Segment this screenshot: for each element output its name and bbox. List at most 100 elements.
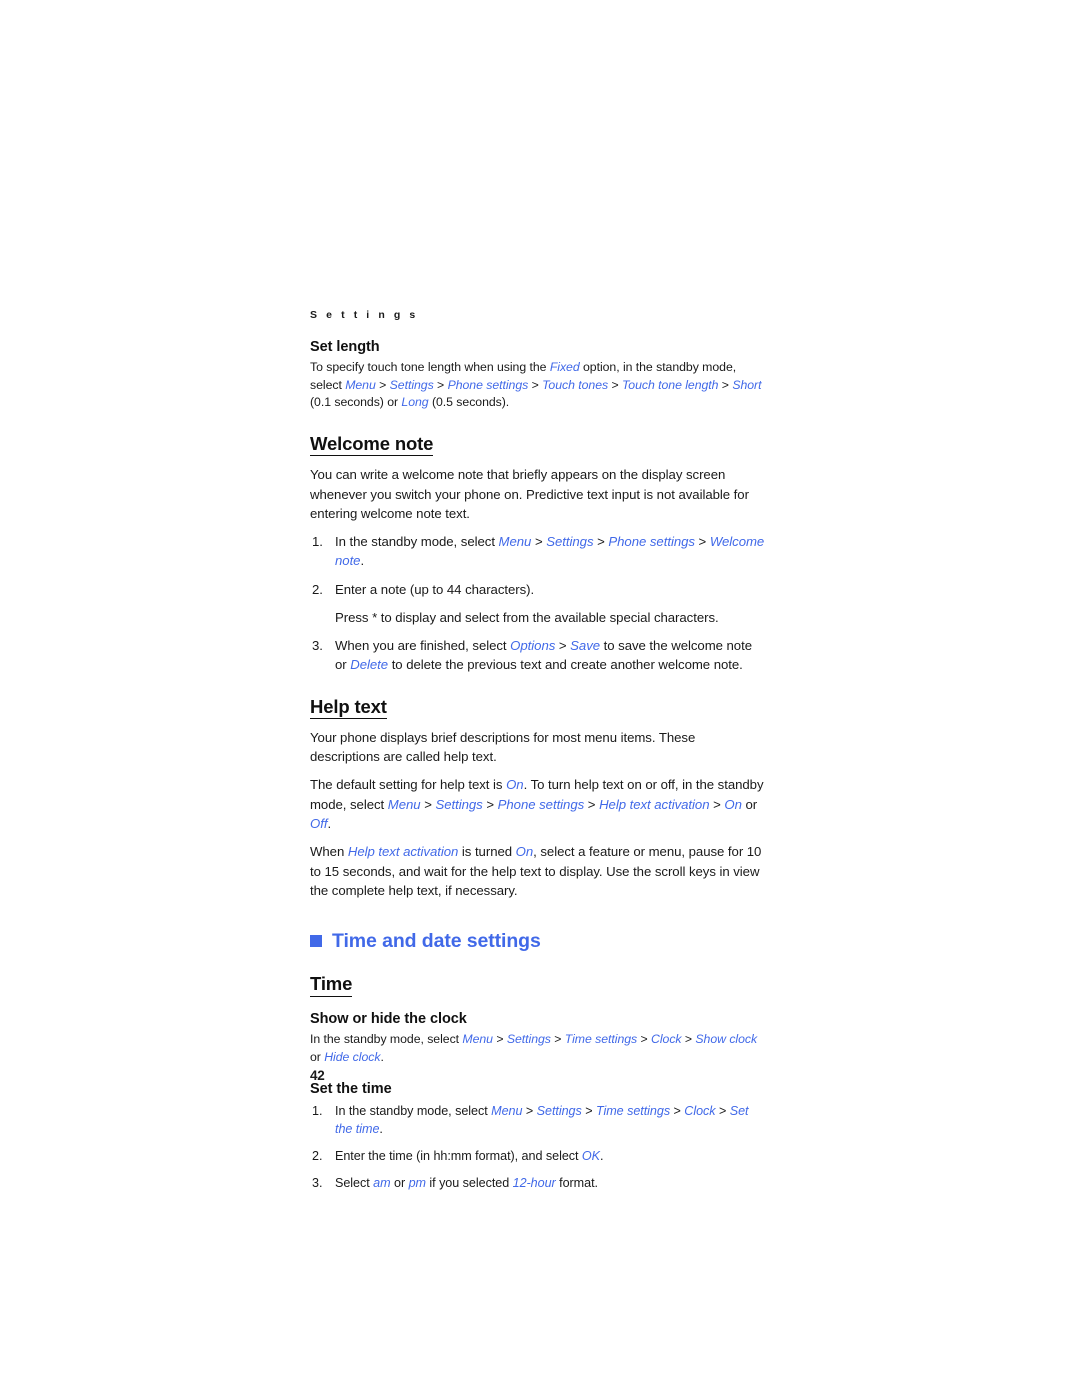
link-short[interactable]: Short bbox=[732, 378, 761, 392]
separator: > bbox=[555, 638, 571, 654]
link-save[interactable]: Save bbox=[570, 638, 600, 653]
text-fragment: Select bbox=[335, 1176, 374, 1191]
link-on[interactable]: On bbox=[506, 777, 524, 792]
link-pm[interactable]: pm bbox=[409, 1176, 426, 1190]
separator: > bbox=[581, 1103, 596, 1118]
link-ok[interactable]: OK bbox=[582, 1149, 600, 1163]
separator: > bbox=[709, 796, 725, 812]
list-item: 2. Enter a note (up to 44 characters). Pre… bbox=[310, 580, 765, 628]
link-menu[interactable]: Menu bbox=[345, 378, 376, 392]
link-touch-tone-length[interactable]: Touch tone length bbox=[622, 378, 719, 392]
separator: > bbox=[608, 377, 622, 392]
heading-welcome-note: Welcome note bbox=[310, 433, 765, 457]
separator: > bbox=[550, 1032, 565, 1047]
list-item: 3. Select am or pm if you selected 12-hou… bbox=[310, 1174, 765, 1192]
heading-help-text: Help text bbox=[310, 696, 765, 719]
text-fragment: In the standby mode, select bbox=[335, 1103, 492, 1118]
running-header: S e t t i n g s bbox=[310, 309, 419, 321]
paragraph-welcome-note-intro: You can write a welcome note that briefl… bbox=[310, 467, 749, 521]
separator: > bbox=[482, 796, 498, 812]
link-menu[interactable]: Menu bbox=[462, 1032, 493, 1046]
text-fragment: The default setting for help text is bbox=[310, 777, 507, 793]
text-fragment: . bbox=[380, 1049, 384, 1064]
link-long[interactable]: Long bbox=[401, 395, 428, 409]
paragraph-special-characters: Press * to display and select from the a… bbox=[335, 609, 719, 625]
page-content: S e t t i n g s Set length To specify to… bbox=[310, 310, 765, 1192]
separator: > bbox=[420, 796, 436, 812]
text-fragment: (0.1 seconds) or bbox=[310, 395, 402, 410]
link-12-hour[interactable]: 12-hour bbox=[513, 1176, 556, 1190]
link-settings[interactable]: Settings bbox=[537, 1104, 582, 1118]
link-on[interactable]: On bbox=[516, 844, 534, 859]
separator: > bbox=[670, 1103, 685, 1118]
link-am[interactable]: am bbox=[373, 1176, 390, 1190]
link-settings[interactable]: Settings bbox=[435, 797, 482, 812]
paragraph-help-text-2: The default setting for help text is On.… bbox=[310, 775, 765, 833]
paragraph-show-or-hide-the-clock: In the standby mode, select Menu > Setti… bbox=[310, 1031, 765, 1066]
link-help-text-activation[interactable]: Help text activation bbox=[599, 797, 709, 812]
link-delete[interactable]: Delete bbox=[350, 657, 388, 672]
text-fragment: In the standby mode, select bbox=[335, 534, 499, 550]
link-fixed[interactable]: Fixed bbox=[550, 360, 580, 374]
link-settings[interactable]: Settings bbox=[546, 534, 593, 549]
text-fragment: To specify touch tone length when using … bbox=[310, 359, 550, 374]
text-fragment: (0.5 seconds). bbox=[428, 395, 510, 410]
separator: > bbox=[593, 534, 609, 550]
separator: > bbox=[694, 534, 710, 550]
paragraph-help-text-1: Your phone displays brief descriptions f… bbox=[310, 729, 696, 765]
link-show-clock[interactable]: Show clock bbox=[695, 1032, 757, 1046]
separator: > bbox=[715, 1103, 730, 1118]
link-on[interactable]: On bbox=[724, 797, 742, 812]
separator: > bbox=[584, 796, 600, 812]
heading-time: Time bbox=[310, 973, 765, 997]
text-fragment: . bbox=[360, 553, 365, 569]
text-fragment: format. bbox=[555, 1176, 598, 1191]
link-touch-tones[interactable]: Touch tones bbox=[542, 378, 608, 392]
link-phone-settings[interactable]: Phone settings bbox=[608, 534, 695, 549]
link-menu[interactable]: Menu bbox=[388, 797, 421, 812]
separator: > bbox=[637, 1032, 652, 1047]
link-menu[interactable]: Menu bbox=[499, 534, 532, 549]
heading-text: Welcome note bbox=[310, 433, 433, 457]
link-phone-settings[interactable]: Phone settings bbox=[448, 378, 529, 392]
step-number: 2. bbox=[312, 581, 323, 597]
heading-show-or-hide-the-clock: Show or hide the clock bbox=[310, 1010, 467, 1027]
paragraph-help-text-3: When Help text activation is turned On, … bbox=[310, 842, 765, 900]
heading-text: Time bbox=[310, 973, 352, 997]
steps-set-the-time: 1. In the standby mode, select Menu > Set… bbox=[310, 1102, 765, 1193]
link-time-settings[interactable]: Time settings bbox=[596, 1104, 670, 1118]
link-clock[interactable]: Clock bbox=[684, 1104, 715, 1118]
link-help-text-activation[interactable]: Help text activation bbox=[348, 844, 458, 859]
text-fragment: When bbox=[310, 844, 348, 860]
separator: > bbox=[681, 1032, 696, 1047]
step-number: 1. bbox=[312, 1103, 323, 1118]
list-item: 1. In the standby mode, select Menu > Set… bbox=[310, 1102, 765, 1138]
text-fragment: or bbox=[741, 796, 758, 812]
separator: > bbox=[433, 377, 448, 392]
heading-set-the-time: Set the time bbox=[310, 1080, 392, 1097]
link-time-settings[interactable]: Time settings bbox=[565, 1032, 637, 1046]
text-fragment: When you are finished, select bbox=[335, 638, 511, 654]
link-phone-settings[interactable]: Phone settings bbox=[498, 797, 585, 812]
list-item: 3. When you are finished, select Options … bbox=[310, 636, 765, 675]
text-fragment: . bbox=[327, 815, 332, 831]
step-number: 3. bbox=[312, 1176, 323, 1191]
paragraph-set-length: To specify touch tone length when using … bbox=[310, 359, 765, 412]
text-fragment: . bbox=[600, 1149, 604, 1164]
link-settings[interactable]: Settings bbox=[390, 378, 434, 392]
link-menu[interactable]: Menu bbox=[491, 1104, 522, 1118]
heading-set-length: Set length bbox=[310, 338, 380, 355]
link-options[interactable]: Options bbox=[510, 638, 555, 653]
text-fragment: or bbox=[390, 1176, 409, 1191]
link-hide-clock[interactable]: Hide clock bbox=[324, 1050, 380, 1064]
link-settings[interactable]: Settings bbox=[507, 1032, 551, 1046]
text-fragment: if you selected bbox=[425, 1176, 513, 1191]
heading-time-and-date-settings: Time and date settings bbox=[310, 930, 765, 952]
step-number: 2. bbox=[312, 1149, 323, 1164]
separator: > bbox=[522, 1103, 537, 1118]
link-clock[interactable]: Clock bbox=[651, 1032, 682, 1046]
link-off[interactable]: Off bbox=[310, 816, 327, 831]
heading-text: Help text bbox=[310, 696, 387, 719]
text-fragment: is turned bbox=[458, 844, 516, 860]
text-fragment: . bbox=[379, 1122, 383, 1137]
